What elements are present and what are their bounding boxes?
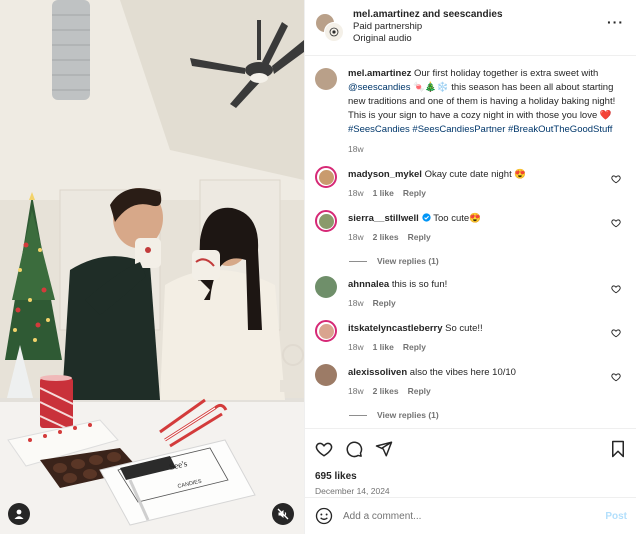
heart-icon[interactable] xyxy=(611,372,621,382)
reply-button[interactable]: Reply xyxy=(408,232,431,242)
more-options-button[interactable]: ··· xyxy=(607,14,624,30)
paid-partnership-label[interactable]: Paid partnership xyxy=(353,21,607,33)
comment-time[interactable]: 18w xyxy=(348,298,364,308)
comment-time[interactable]: 18w xyxy=(348,386,364,396)
comment-likes[interactable]: 2 likes xyxy=(373,232,399,242)
post-comment-button[interactable]: Post xyxy=(605,511,627,522)
divider xyxy=(349,260,367,262)
comment-likes[interactable]: 1 like xyxy=(373,188,394,198)
caption-username[interactable]: mel.amartinez xyxy=(348,68,411,79)
comment-username[interactable]: sierra__stillwell xyxy=(348,213,419,224)
post-dialog: See's CANDIES mel.amartinez and seescand… xyxy=(0,0,636,534)
comment-text: also the vibes here 10/10 xyxy=(407,367,516,378)
reply-button[interactable]: Reply xyxy=(403,342,426,352)
post-sidebar: mel.amartinez and seescandies Paid partn… xyxy=(304,0,636,534)
mute-button[interactable] xyxy=(272,503,294,525)
add-comment-bar: Add a comment... Post xyxy=(305,497,636,534)
view-replies-label: View replies (1) xyxy=(377,256,439,266)
comment-username[interactable]: ahnnalea xyxy=(348,279,389,290)
comment-likes[interactable]: 2 likes xyxy=(373,386,399,396)
comment-time[interactable]: 18w xyxy=(348,188,364,198)
view-replies-label: View replies (1) xyxy=(377,410,439,420)
avatar[interactable] xyxy=(315,364,337,386)
avatar[interactable] xyxy=(315,166,337,188)
caption-mention[interactable]: @seescandies xyxy=(348,82,410,93)
post-header: mel.amartinez and seescandies Paid partn… xyxy=(305,0,636,56)
sees-logo-icon xyxy=(329,27,339,37)
comment-icon[interactable] xyxy=(345,440,363,458)
comment-text: this is so fun! xyxy=(389,279,448,290)
view-replies-button[interactable]: View replies (1) xyxy=(349,256,625,266)
tagged-users-button[interactable] xyxy=(8,503,30,525)
avatar[interactable] xyxy=(315,210,337,232)
reply-button[interactable]: Reply xyxy=(408,386,431,396)
post-author-names[interactable]: mel.amartinez and seescandies xyxy=(353,8,607,21)
comment-row: itskatelyncastleberry So cute!! 18w 1 li… xyxy=(315,320,625,364)
comment-row: alexissoliven also the vibes here 10/10 … xyxy=(315,364,625,408)
comment-row: madyson_mykel Okay cute date night 😍 18w… xyxy=(315,166,625,210)
collab-avatars[interactable] xyxy=(315,13,345,43)
comment-row: sierra__stillwell Too cute😍 18w 2 likes … xyxy=(315,210,625,254)
comment-input[interactable]: Add a comment... xyxy=(343,511,605,522)
reply-button[interactable]: Reply xyxy=(373,298,396,308)
heart-icon[interactable] xyxy=(315,440,333,458)
emoji-icon[interactable] xyxy=(315,507,333,525)
audio-label[interactable]: Original audio xyxy=(353,33,607,45)
video-frame: See's CANDIES xyxy=(0,0,304,534)
likes-count[interactable]: 695 likes xyxy=(315,471,627,482)
post-date[interactable]: December 14, 2024 xyxy=(315,486,627,496)
heart-icon[interactable] xyxy=(611,218,621,228)
avatar[interactable] xyxy=(315,68,337,90)
view-replies-button[interactable]: View replies (1) xyxy=(349,410,625,420)
bookmark-icon[interactable] xyxy=(609,440,627,458)
caption-time[interactable]: 18w xyxy=(348,144,625,154)
avatar[interactable] xyxy=(324,22,344,42)
comment-username[interactable]: madyson_mykel xyxy=(348,169,422,180)
comment-time[interactable]: 18w xyxy=(348,232,364,242)
comment-username[interactable]: alexissoliven xyxy=(348,367,407,378)
post-actions: 695 likes December 14, 2024 xyxy=(305,428,636,496)
comment-row: ahnnalea this is so fun! 18w Reply xyxy=(315,276,625,320)
user-icon xyxy=(14,509,24,519)
comments-list[interactable]: mel.amartinez Our first holiday together… xyxy=(305,57,636,427)
comment-text: So cute!! xyxy=(442,323,483,334)
comment-time[interactable]: 18w xyxy=(348,342,364,352)
comment-username[interactable]: itskatelyncastleberry xyxy=(348,323,443,334)
comment-text: Too cute😍 xyxy=(430,213,481,224)
heart-icon[interactable] xyxy=(611,328,621,338)
verified-badge-icon xyxy=(422,213,431,222)
reply-button[interactable]: Reply xyxy=(403,188,426,198)
share-icon[interactable] xyxy=(375,440,393,458)
caption-hashtags[interactable]: #SeesCandies #SeesCandiesPartner #BreakO… xyxy=(348,124,612,135)
divider xyxy=(349,414,367,416)
heart-icon[interactable] xyxy=(611,284,621,294)
comment-thread: madyson_mykel Okay cute date night 😍 18w… xyxy=(315,166,625,420)
speaker-muted-icon xyxy=(277,508,289,520)
more-horizontal-icon: ··· xyxy=(607,14,624,30)
post-caption: mel.amartinez Our first holiday together… xyxy=(315,67,625,154)
post-video[interactable]: See's CANDIES xyxy=(0,0,304,534)
comment-text: Okay cute date night 😍 xyxy=(421,169,527,180)
comment-likes[interactable]: 1 like xyxy=(373,342,394,352)
avatar[interactable] xyxy=(315,320,337,342)
avatar[interactable] xyxy=(315,276,337,298)
caption-text: Our first holiday together is extra swee… xyxy=(411,68,599,79)
heart-icon[interactable] xyxy=(611,174,621,184)
